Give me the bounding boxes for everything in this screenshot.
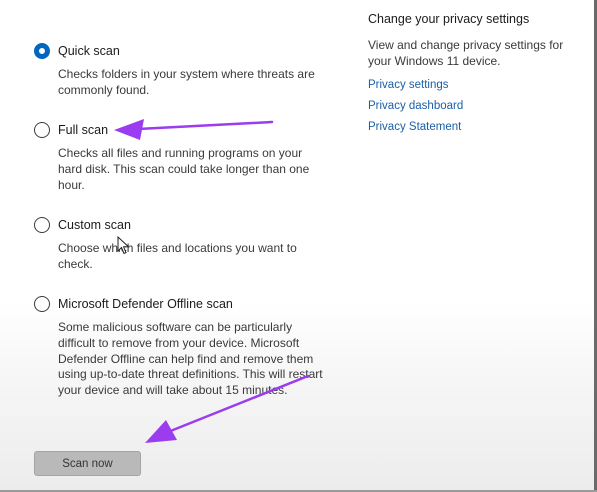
offline-scan-description: Some malicious software can be particula… bbox=[58, 320, 323, 398]
full-scan-label[interactable]: Full scan bbox=[58, 123, 108, 137]
quick-scan-label[interactable]: Quick scan bbox=[58, 44, 120, 58]
privacy-settings-link[interactable]: Privacy settings bbox=[368, 75, 588, 96]
scan-option-full[interactable]: Full scan Checks all files and running p… bbox=[34, 121, 334, 193]
radio-custom-scan[interactable] bbox=[34, 217, 50, 233]
radio-full-scan[interactable] bbox=[34, 122, 50, 138]
custom-scan-description: Choose which files and locations you wan… bbox=[58, 241, 297, 271]
privacy-panel: Change your privacy settings View and ch… bbox=[368, 12, 588, 138]
privacy-statement-link[interactable]: Privacy Statement bbox=[368, 117, 588, 138]
scan-option-quick[interactable]: Quick scan Checks folders in your system… bbox=[34, 42, 334, 99]
radio-quick-scan[interactable] bbox=[34, 43, 50, 59]
scan-option-offline[interactable]: Microsoft Defender Offline scan Some mal… bbox=[34, 295, 334, 399]
scan-option-custom[interactable]: Custom scan Choose which files and locat… bbox=[34, 216, 334, 273]
mouse-pointer-icon bbox=[117, 236, 130, 255]
privacy-description: View and change privacy settings for you… bbox=[368, 38, 564, 68]
privacy-dashboard-link[interactable]: Privacy dashboard bbox=[368, 96, 588, 117]
radio-offline-scan[interactable] bbox=[34, 296, 50, 312]
privacy-title: Change your privacy settings bbox=[368, 12, 530, 26]
full-scan-description: Checks all files and running programs on… bbox=[58, 146, 310, 192]
quick-scan-description: Checks folders in your system where thre… bbox=[58, 67, 315, 97]
custom-scan-label[interactable]: Custom scan bbox=[58, 218, 131, 232]
scan-now-button[interactable]: Scan now bbox=[34, 451, 141, 476]
offline-scan-label[interactable]: Microsoft Defender Offline scan bbox=[58, 297, 233, 311]
